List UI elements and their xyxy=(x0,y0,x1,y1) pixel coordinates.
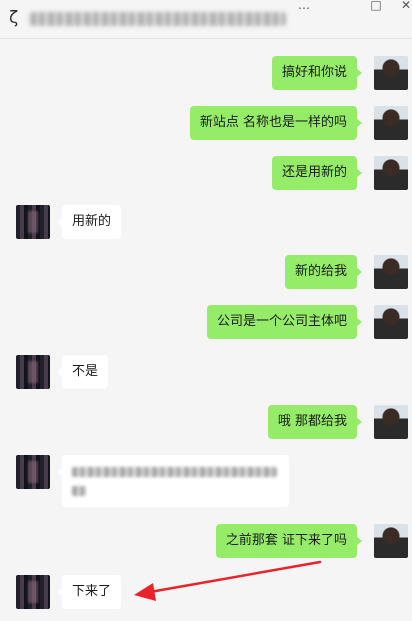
message-bubble-received[interactable]: 下来了 xyxy=(56,575,122,609)
contact-avatar[interactable] xyxy=(16,575,50,609)
chat-type-icon: ζ xyxy=(9,8,19,28)
chat-message: 之前那套 证下来了吗 xyxy=(0,524,412,560)
message-bubble-redacted[interactable] xyxy=(57,455,289,507)
message-bubble-sent[interactable]: 哦 那都给我 xyxy=(267,405,363,439)
message-bubble-sent[interactable]: 公司是一个公司主体吧 xyxy=(206,305,363,339)
my-avatar[interactable] xyxy=(374,524,408,558)
chat-message: 搞好和你说 xyxy=(0,56,412,92)
message-bubble-sent[interactable]: 之前那套 证下来了吗 xyxy=(215,524,363,558)
close-icon[interactable]: ✕ xyxy=(394,0,412,14)
my-avatar[interactable] xyxy=(374,255,408,289)
contact-avatar[interactable] xyxy=(16,205,50,239)
chat-message: 用新的 xyxy=(0,205,412,241)
more-icon[interactable]: … xyxy=(292,0,316,14)
chat-message: 哦 那都给我 xyxy=(0,405,412,441)
chat-message: 公司是一个公司主体吧 xyxy=(0,305,412,341)
chat-message: 不是 xyxy=(0,355,412,391)
message-bubble-received[interactable]: 用新的 xyxy=(56,205,122,239)
chat-title-redacted xyxy=(30,12,286,26)
my-avatar[interactable] xyxy=(374,56,408,90)
my-avatar[interactable] xyxy=(374,106,408,140)
maximize-icon[interactable]: □ xyxy=(364,0,388,14)
contact-avatar[interactable] xyxy=(16,455,50,489)
contact-avatar[interactable] xyxy=(16,355,50,389)
message-bubble-sent[interactable]: 新站点 名称也是一样的吗 xyxy=(189,106,363,140)
chat-message: 新的给我 xyxy=(0,255,412,291)
my-avatar[interactable] xyxy=(374,305,408,339)
chat-message: 新站点 名称也是一样的吗 xyxy=(0,106,412,142)
message-bubble-received[interactable]: 不是 xyxy=(56,355,109,389)
chat-message: 还是用新的 xyxy=(0,156,412,192)
chat-message: 下来了 xyxy=(0,575,412,611)
message-bubble-sent[interactable]: 还是用新的 xyxy=(271,156,363,190)
chat-title-bar: ζ … □ ✕ xyxy=(0,0,412,39)
my-avatar[interactable] xyxy=(374,156,408,190)
my-avatar[interactable] xyxy=(374,405,408,439)
message-bubble-sent[interactable]: 新的给我 xyxy=(284,255,363,289)
message-bubble-sent[interactable]: 搞好和你说 xyxy=(271,56,363,90)
